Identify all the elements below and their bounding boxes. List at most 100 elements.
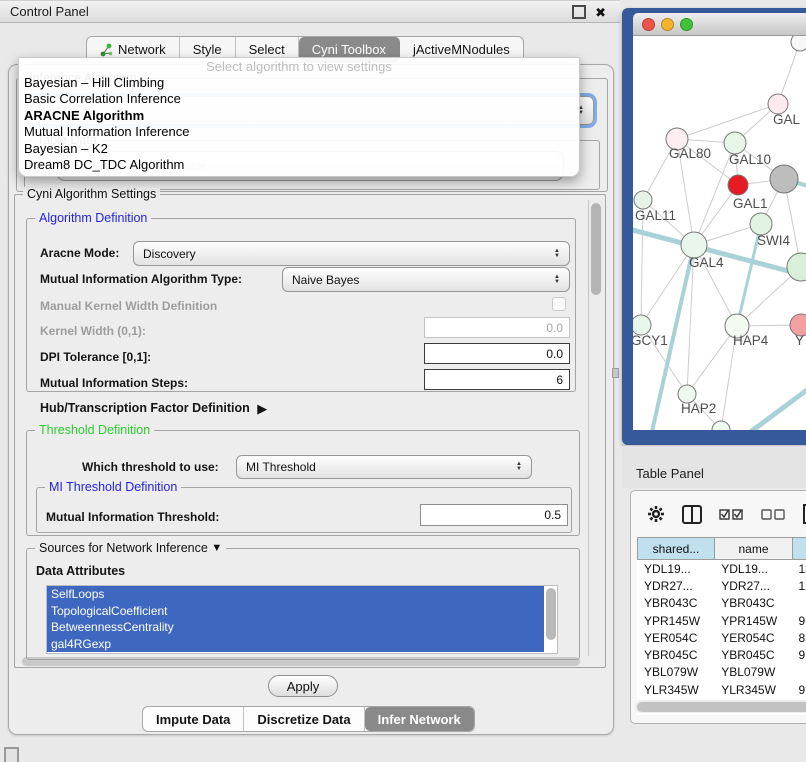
table-row[interactable]: YBR043CYBR043C <box>637 595 806 612</box>
dpi-tolerance-field[interactable]: 0.0 <box>424 343 570 364</box>
column-header-clipped[interactable] <box>793 537 806 560</box>
node-label: HAP4 <box>733 333 769 348</box>
table-horizontal-scrollbar[interactable] <box>635 700 806 713</box>
network-node[interactable] <box>770 165 798 193</box>
dropdown-item-mutual-information-inference[interactable]: Mutual Information Inference <box>19 124 579 140</box>
dropdown-item-basic-correlation-inference[interactable]: Basic Correlation Inference <box>19 91 579 107</box>
table-cell: YDR27... <box>637 579 714 593</box>
node-label: HAP2 <box>681 401 716 416</box>
cyni-settings-title: Cyni Algorithm Settings <box>23 187 160 201</box>
network-tab-icon <box>100 43 113 57</box>
node-label: Y <box>795 333 804 348</box>
select-all-checkbox-icon[interactable] <box>719 509 744 520</box>
table-panel: shared...name YDL19...YDL19...13YDR27...… <box>630 490 806 724</box>
network-node-gal10[interactable] <box>724 132 746 154</box>
window-minimize-icon[interactable] <box>661 18 674 31</box>
close-panel-icon[interactable]: ✖ <box>595 6 606 19</box>
apply-button[interactable]: Apply <box>268 675 338 697</box>
network-edge <box>687 326 737 394</box>
list-scrollbar[interactable] <box>544 586 557 653</box>
mi-steps-field[interactable]: 6 <box>424 369 570 390</box>
split-panel-icon[interactable] <box>682 505 702 524</box>
hub-definition-expander[interactable]: Hub/Transcription Factor Definition ▶ <box>40 400 263 416</box>
expander-arrow-icon: ▶ <box>257 401 267 416</box>
combo-arrows-icon: ▲▼ <box>554 249 560 259</box>
data-attributes-list: SelfLoopsTopologicalCoefficientBetweenne… <box>46 585 558 654</box>
sources-title[interactable]: Sources for Network Inference ▼ <box>35 541 226 555</box>
dropdown-item-dream8-dc-tdc-algorithm[interactable]: Dream8 DC_TDC Algorithm <box>19 157 579 173</box>
tab-impute-data[interactable]: Impute Data <box>143 707 244 731</box>
table-cell: YER054C <box>637 631 714 645</box>
mi-type-select[interactable]: Naive Bayes ▲▼ <box>282 267 570 292</box>
table-row[interactable]: YDL19...YDL19...13 <box>637 560 806 577</box>
collapse-arrow-icon: ▼ <box>211 542 222 554</box>
settings-vertical-scrollbar-thumb[interactable] <box>591 203 601 295</box>
tab-infer-network[interactable]: Infer Network <box>365 707 474 731</box>
table-cell: YBR043C <box>637 596 714 610</box>
collapsed-panel-icon[interactable] <box>4 747 19 762</box>
tab-discretize-data[interactable]: Discretize Data <box>244 707 364 731</box>
table-row[interactable]: YER054CYER054C8. <box>637 629 806 646</box>
network-node-gal11[interactable] <box>634 191 652 209</box>
mi-threshold-label: Mutual Information Threshold: <box>46 510 219 524</box>
table-horizontal-scrollbar-thumb[interactable] <box>637 702 806 712</box>
settings-gear-icon[interactable] <box>647 505 665 523</box>
attribute-item-gal4rgexp[interactable]: gal4RGexp <box>47 636 557 653</box>
network-node-gcy1[interactable] <box>633 315 651 335</box>
attribute-item-betweennesscentrality[interactable]: BetweennessCentrality <box>47 619 557 636</box>
network-canvas[interactable]: GALGAL80GAL10GAL1GAL11SWI4GAL4GCY1HAP4YH… <box>633 36 806 430</box>
table-panel-titlebar: Table Panel <box>622 445 806 488</box>
network-node-gal1[interactable] <box>728 175 748 195</box>
column-header-name[interactable]: name <box>715 537 793 560</box>
table-cell: YDL19... <box>714 562 791 576</box>
table-cell: YLR345W <box>714 683 791 697</box>
list-scrollbar-thumb[interactable] <box>546 588 556 640</box>
table-cell: YPR145W <box>714 614 791 628</box>
table-row[interactable]: YPR145WYPR145W9. <box>637 612 806 629</box>
dropdown-item-bayesian-hill-climbing[interactable]: Bayesian – Hill Climbing <box>19 75 579 91</box>
manual-kernel-checkbox[interactable] <box>552 297 566 311</box>
algorithm-definition-title: Algorithm Definition <box>35 211 151 225</box>
dropdown-item-bayesian-k2[interactable]: Bayesian – K2 <box>19 141 579 157</box>
table-cell: 9. <box>791 614 806 628</box>
which-threshold-select[interactable]: MI Threshold ▲▼ <box>236 455 532 479</box>
control-panel-title: Control Panel <box>10 4 89 19</box>
table-row[interactable]: YBR045CYBR045C9. <box>637 646 806 663</box>
node-label: GAL10 <box>729 152 771 167</box>
table-toolbar <box>631 491 806 537</box>
splitter-handle[interactable] <box>612 368 619 378</box>
mi-type-label: Mutual Information Algorithm Type: <box>40 272 242 286</box>
mi-threshold-field[interactable]: 0.5 <box>420 504 568 526</box>
algorithm-dropdown-list: Bayesian – Hill ClimbingBasic Correlatio… <box>19 75 579 173</box>
table-cell: YBL079W <box>637 665 714 679</box>
table-row[interactable]: YDR27...YDR27...12 <box>637 577 806 594</box>
network-node-swi4[interactable] <box>750 213 772 235</box>
attribute-item-topologicalcoefficient[interactable]: TopologicalCoefficient <box>47 603 557 620</box>
network-node[interactable] <box>791 36 806 51</box>
table-cell: YBR045C <box>637 648 714 662</box>
kernel-width-field[interactable]: 0.0 <box>424 317 570 338</box>
table-row[interactable]: YBL079WYBL079W <box>637 664 806 681</box>
control-panel-titlebar: Control Panel ✖ <box>0 0 620 23</box>
dropdown-item-aracne-algorithm[interactable]: ARACNE Algorithm <box>19 108 579 124</box>
window-close-icon[interactable] <box>642 18 655 31</box>
network-node-gal[interactable] <box>768 94 788 114</box>
bottom-tab-bar: Impute DataDiscretize DataInfer Network <box>142 706 475 732</box>
settings-vertical-scrollbar[interactable] <box>588 200 603 656</box>
table-cell: YDR27... <box>714 579 791 593</box>
table-cell: 12 <box>791 579 806 593</box>
window-zoom-icon[interactable] <box>680 18 693 31</box>
column-header-shared[interactable]: shared... <box>637 537 715 560</box>
node-label: SWI4 <box>757 233 790 248</box>
attribute-item-selfloops[interactable]: SelfLoops <box>47 586 557 603</box>
float-panel-icon[interactable] <box>572 5 586 19</box>
aracne-mode-select[interactable]: Discovery ▲▼ <box>133 241 570 266</box>
network-edge-highlighted <box>745 384 806 430</box>
table-row[interactable]: YLR345WYLR345W9. <box>637 681 806 698</box>
deselect-all-checkbox-icon[interactable] <box>761 509 786 520</box>
node-label: GCY1 <box>633 333 668 348</box>
network-window-titlebar[interactable] <box>633 13 806 36</box>
combo-arrows-icon: ▲▼ <box>516 462 522 472</box>
network-window[interactable]: GALGAL80GAL10GAL1GAL11SWI4GAL4GCY1HAP4YH… <box>622 8 806 445</box>
network-node[interactable] <box>712 421 730 430</box>
